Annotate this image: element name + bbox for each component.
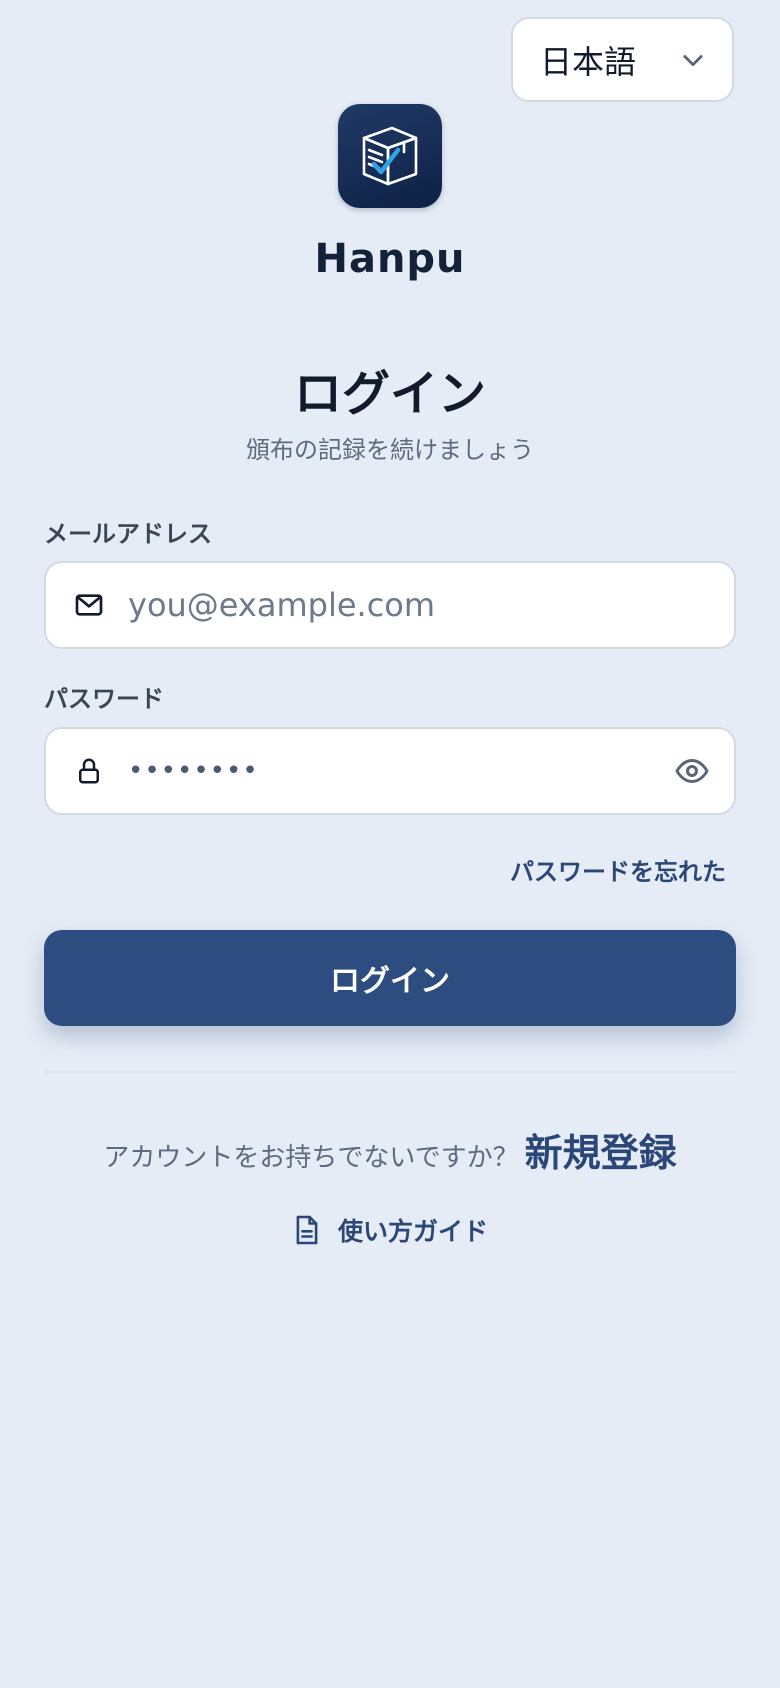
app-logo <box>338 104 442 208</box>
app-name: Hanpu <box>314 236 466 282</box>
divider <box>44 1071 736 1073</box>
forgot-password-link[interactable]: パスワードを忘れた <box>510 852 726 887</box>
guide-label: 使い方ガイド <box>337 1217 488 1246</box>
page-subtitle: 頒布の記録を続けましょう <box>246 436 534 464</box>
password-label: パスワード <box>44 685 164 713</box>
guide-link[interactable]: 使い方ガイド <box>0 1212 780 1248</box>
password-field[interactable]: •••••••• <box>44 727 736 815</box>
eye-icon[interactable] <box>672 751 712 791</box>
email-field[interactable] <box>44 561 736 649</box>
language-select-value: 日本語 <box>540 42 637 81</box>
login-button[interactable]: ログイン <box>44 930 736 1026</box>
email-input[interactable] <box>128 575 734 635</box>
password-input[interactable]: •••••••• <box>128 756 672 786</box>
signup-row: アカウントをお持ちでないですか？ 新規登録 <box>0 1122 780 1177</box>
page-title: ログイン <box>293 366 486 422</box>
box-checklist-icon <box>362 126 418 186</box>
chevron-down-icon <box>678 45 708 75</box>
mail-icon <box>72 588 106 622</box>
document-icon <box>292 1214 322 1246</box>
signup-prompt: アカウントをお持ちでないですか？ <box>103 1143 519 1173</box>
signup-link[interactable]: 新規登録 <box>525 1122 677 1177</box>
email-label: メールアドレス <box>44 520 212 548</box>
lock-icon <box>72 754 106 788</box>
language-select[interactable]: 日本語 <box>511 17 734 102</box>
